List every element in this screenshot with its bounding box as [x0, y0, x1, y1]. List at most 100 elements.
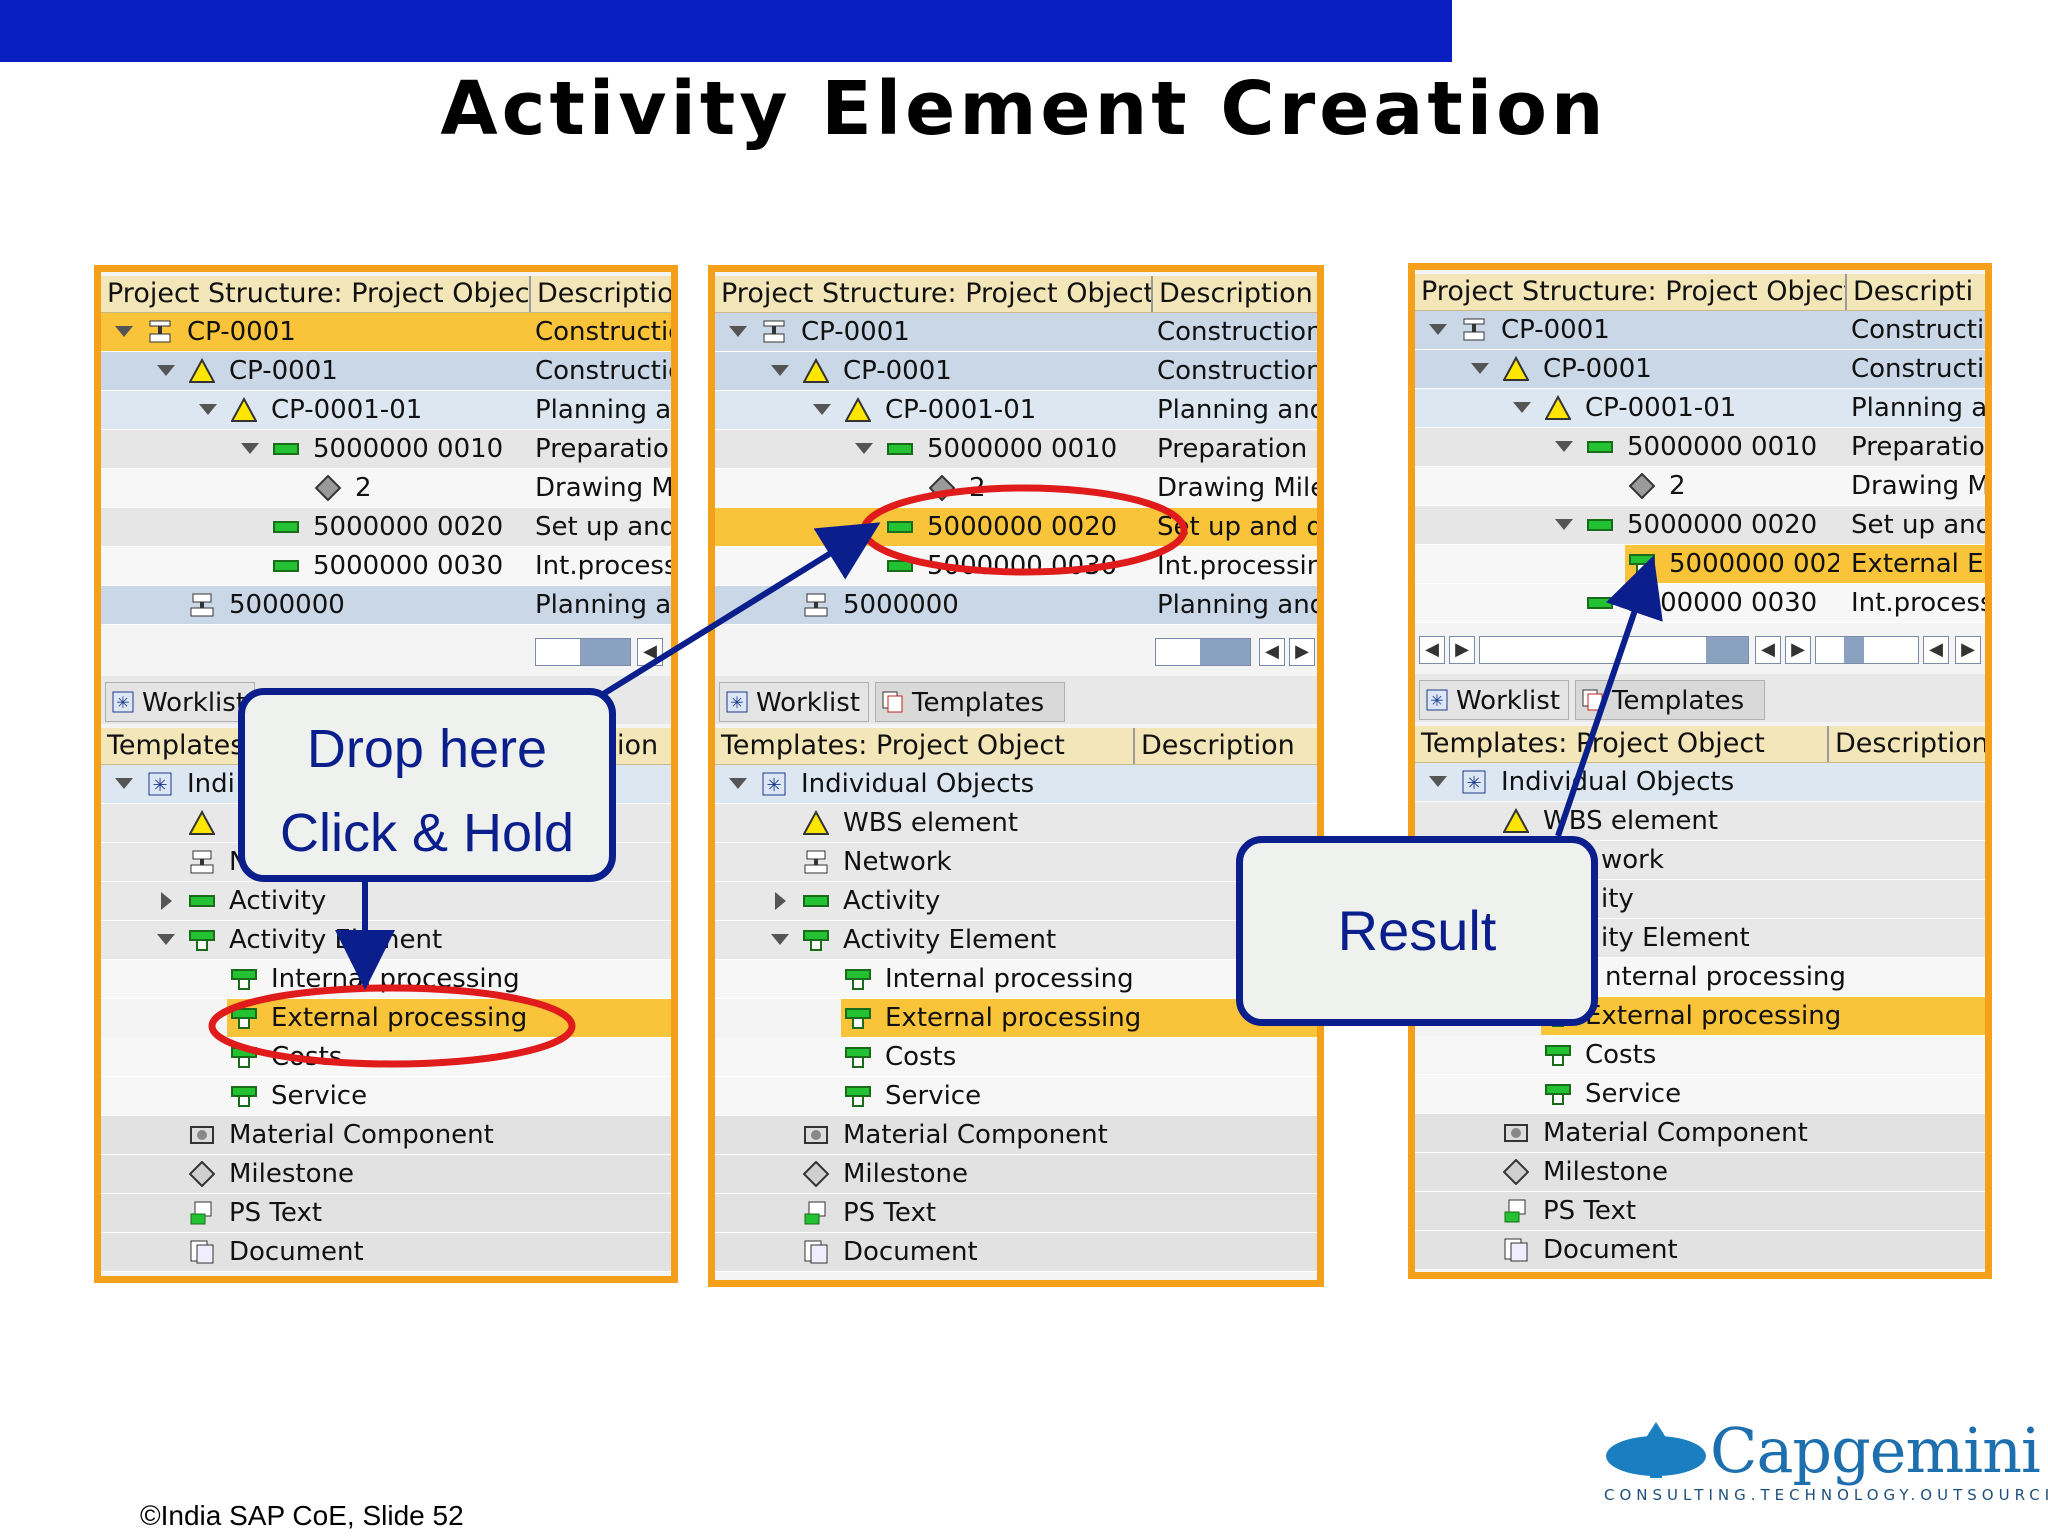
template-row[interactable]: Internal processing: [715, 960, 1317, 999]
scroll-left-button[interactable]: ◀: [1259, 638, 1285, 666]
templates-col-header[interactable]: Templates: Project Object: [715, 728, 1133, 764]
template-row[interactable]: Document: [101, 1233, 671, 1272]
template-row[interactable]: Costs: [101, 1038, 671, 1077]
description-col-header[interactable]: Description: [1827, 726, 1985, 762]
structure-col-header[interactable]: Project Structure: Project Object: [1415, 274, 1845, 310]
collapse-arrow-icon[interactable]: [1471, 363, 1489, 374]
template-row[interactable]: Material Component: [1415, 1114, 1985, 1153]
collapse-arrow-icon[interactable]: [115, 326, 133, 337]
tab-templates[interactable]: Templates: [875, 682, 1065, 722]
scroll-track[interactable]: [1479, 636, 1749, 664]
tree-row[interactable]: CP-0001 Constructio: [101, 313, 671, 352]
tree-row[interactable]: 5000000 0030 Int.processing: [715, 547, 1317, 586]
template-row[interactable]: Document: [715, 1233, 1317, 1272]
horizontal-scrollbar[interactable]: ◀: [101, 630, 671, 674]
template-row[interactable]: Service: [1415, 1075, 1985, 1114]
tree-row[interactable]: CP-0001 Constructic: [1415, 350, 1985, 389]
template-row[interactable]: ✳ Individual Objects: [715, 765, 1317, 804]
structure-col-header[interactable]: Project Structure: Project Object: [101, 276, 529, 312]
collapse-arrow-icon[interactable]: [157, 934, 175, 945]
description-col-header[interactable]: Description: [529, 276, 671, 312]
tree-row[interactable]: 5000000 0010 Preparatior: [1415, 428, 1985, 467]
tree-row[interactable]: 5000000 Planning ar: [101, 586, 671, 625]
scroll-right-button[interactable]: ▶: [1785, 636, 1811, 664]
collapse-arrow-icon[interactable]: [115, 778, 133, 789]
templates-col-header[interactable]: Templates: Project Object: [1415, 726, 1827, 762]
collapse-arrow-icon[interactable]: [1429, 776, 1447, 787]
template-row[interactable]: Material Component: [715, 1116, 1317, 1155]
tree-row[interactable]: 5000000 0030 Int.process: [1415, 584, 1985, 623]
structure-col-header[interactable]: Project Structure: Project Object: [715, 276, 1151, 312]
tree-row[interactable]: CP-0001-01 Planning ar: [101, 391, 671, 430]
template-row[interactable]: Activity Element: [101, 921, 671, 960]
scroll-track[interactable]: [535, 638, 631, 666]
template-row[interactable]: Costs: [1415, 1036, 1985, 1075]
tree-row[interactable]: 5000000 0030 Int.processi: [101, 547, 671, 586]
template-row[interactable]: PS Text: [715, 1194, 1317, 1233]
scroll-left-button[interactable]: ◀: [637, 638, 663, 666]
tree-row[interactable]: 2 Drawing Mil: [101, 469, 671, 508]
scroll-left-button[interactable]: ◀: [1755, 636, 1781, 664]
collapse-arrow-icon[interactable]: [1513, 402, 1531, 413]
description-col-header[interactable]: Description: [1151, 276, 1317, 312]
scroll-track[interactable]: [1155, 638, 1251, 666]
tree-row[interactable]: 2 Drawing Mi: [1415, 467, 1985, 506]
tab-worklist[interactable]: ✳ Worklist: [1419, 680, 1569, 720]
collapse-arrow-icon[interactable]: [771, 934, 789, 945]
template-row[interactable]: Network: [715, 843, 1317, 882]
scroll-right-button[interactable]: ▶: [1289, 638, 1315, 666]
template-row[interactable]: PS Text: [1415, 1192, 1985, 1231]
template-row[interactable]: Costs: [715, 1038, 1317, 1077]
tab-worklist[interactable]: ✳ Worklist: [719, 682, 869, 722]
scroll-left-button[interactable]: ◀: [1419, 636, 1445, 664]
tree-row[interactable]: CP-0001 Constructic: [1415, 311, 1985, 350]
collapse-arrow-icon[interactable]: [1429, 324, 1447, 335]
collapse-arrow-icon[interactable]: [157, 365, 175, 376]
scroll-left-button[interactable]: ◀: [1923, 636, 1949, 664]
tree-row[interactable]: 5000000 0020 Set up and: [101, 508, 671, 547]
horizontal-scrollbar[interactable]: ◀ ▶: [715, 630, 1317, 674]
collapse-arrow-icon[interactable]: [729, 778, 747, 789]
template-row-selected[interactable]: External processing: [227, 999, 671, 1038]
tree-row[interactable]: CP-0001 Constructio: [101, 352, 671, 391]
template-row[interactable]: Milestone: [1415, 1153, 1985, 1192]
tab-templates[interactable]: Templates: [1575, 680, 1765, 720]
tree-row[interactable]: 5000000 0010 Preparation: [101, 430, 671, 469]
template-row[interactable]: Service: [101, 1077, 671, 1116]
tree-row-drop-target[interactable]: 5000000 0020 Set up and de: [715, 508, 1317, 547]
scroll-right-button[interactable]: ▶: [1449, 636, 1475, 664]
template-row[interactable]: PS Text: [101, 1194, 671, 1233]
tree-row[interactable]: CP-0001 Construction c: [715, 313, 1317, 352]
template-row[interactable]: Activity Element: [715, 921, 1317, 960]
template-row[interactable]: Milestone: [715, 1155, 1317, 1194]
template-row[interactable]: ✳ Individual Objects: [1415, 763, 1985, 802]
tree-row[interactable]: 5000000 0020 Set up and: [1415, 506, 1985, 545]
collapse-arrow-icon[interactable]: [199, 404, 217, 415]
template-row-selected[interactable]: External processing: [1541, 997, 1985, 1036]
description-col-header[interactable]: ion: [611, 728, 671, 764]
tab-worklist[interactable]: ✳ Worklist: [105, 682, 255, 722]
template-row[interactable]: Activity: [101, 882, 671, 921]
scroll-right-button[interactable]: ▶: [1955, 636, 1981, 664]
tree-row[interactable]: 2 Drawing Miles: [715, 469, 1317, 508]
collapse-arrow-icon[interactable]: [729, 326, 747, 337]
collapse-arrow-icon[interactable]: [1555, 519, 1573, 530]
tree-row[interactable]: CP-0001 Construction c: [715, 352, 1317, 391]
template-row[interactable]: Service: [715, 1077, 1317, 1116]
collapse-arrow-icon[interactable]: [771, 365, 789, 376]
tree-row[interactable]: CP-0001-01 Planning and: [715, 391, 1317, 430]
collapse-arrow-icon[interactable]: [1555, 441, 1573, 452]
collapse-arrow-icon[interactable]: [855, 443, 873, 454]
expand-arrow-icon[interactable]: [161, 892, 172, 910]
scroll-track[interactable]: [1815, 636, 1919, 664]
collapse-arrow-icon[interactable]: [241, 443, 259, 454]
template-row[interactable]: Activity: [715, 882, 1317, 921]
collapse-arrow-icon[interactable]: [813, 404, 831, 415]
expand-arrow-icon[interactable]: [775, 892, 786, 910]
tree-row-new-element[interactable]: 5000000 0020 External En: [1415, 545, 1985, 584]
tree-row[interactable]: 5000000 0010 Preparation of: [715, 430, 1317, 469]
tree-row[interactable]: CP-0001-01 Planning ai: [1415, 389, 1985, 428]
template-row[interactable]: WBS element: [715, 804, 1317, 843]
template-row[interactable]: Internal processing: [101, 960, 671, 999]
template-row[interactable]: Milestone: [101, 1155, 671, 1194]
